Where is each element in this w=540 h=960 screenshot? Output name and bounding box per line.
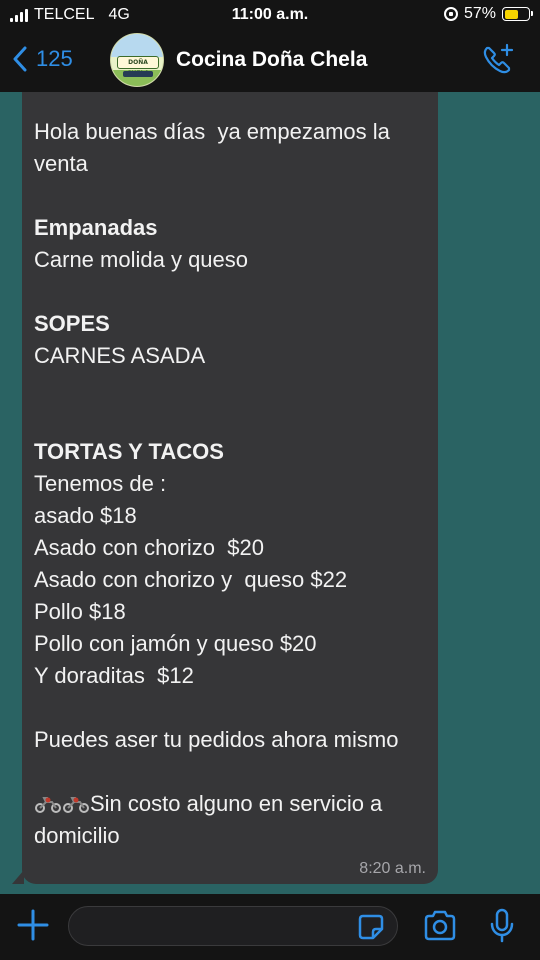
message-timestamp: 8:20 a.m. <box>359 860 426 877</box>
menu-line: Asado con chorizo $20 <box>34 535 264 560</box>
add-call-icon <box>483 43 514 74</box>
menu-line: Asado con chorizo y queso $22 <box>34 567 348 592</box>
message-text: Hola buenas días ya empezamos la venta E… <box>34 116 430 852</box>
menu-line: Pollo con jamón y queso $20 <box>34 631 317 656</box>
battery-icon <box>502 7 533 21</box>
section-body-sopes: CARNES ASADA <box>34 343 206 368</box>
menu-line: Pollo $18 <box>34 599 126 624</box>
menu-line: asado $18 <box>34 503 137 528</box>
camera-button[interactable] <box>422 909 458 948</box>
motorcycle-icon <box>34 790 62 813</box>
contact-name[interactable]: Cocina Doña Chela <box>176 48 367 72</box>
message-greeting: Hola buenas días ya empezamos la venta <box>34 119 396 176</box>
plus-icon <box>17 909 49 941</box>
rotation-lock-icon <box>443 7 458 21</box>
sticker-button[interactable] <box>357 913 385 946</box>
microphone-icon <box>490 908 514 943</box>
contact-avatar[interactable]: DOÑA CHELA <box>110 33 164 87</box>
section-title-empanadas: Empanadas <box>34 215 158 240</box>
back-unread-count: 125 <box>36 46 73 71</box>
status-bar: TELCEL 4G 11:00 a.m. 57% <box>0 0 540 30</box>
chat-header: 125 DOÑA CHELA Cocina Doña Chela <box>0 30 540 92</box>
status-right: 57% <box>443 5 533 23</box>
message-input[interactable] <box>69 907 397 945</box>
motorcycle-icon <box>62 790 90 813</box>
add-call-button[interactable] <box>480 42 516 83</box>
section-body-empanadas: Carne molida y queso <box>34 247 249 272</box>
section-title-sopes: SOPES <box>34 311 110 336</box>
back-button[interactable]: 125 <box>12 46 73 72</box>
message-bubble[interactable]: Hola buenas días ya empezamos la venta E… <box>12 92 438 884</box>
battery-level-fill <box>504 9 518 19</box>
message-composer <box>0 894 540 960</box>
message-input-wrapper[interactable] <box>68 906 398 946</box>
battery-percent: 57% <box>463 5 496 22</box>
avatar-logo-text: DOÑA CHELA <box>117 56 159 77</box>
order-note: Puedes aser tu pedidos ahora mismo <box>34 727 399 752</box>
camera-icon <box>424 910 456 941</box>
sticker-icon <box>358 914 384 940</box>
back-chevron-icon <box>13 46 27 72</box>
menu-line: Tenemos de : <box>34 471 167 496</box>
section-title-tortas: TORTAS Y TACOS <box>34 439 224 464</box>
attach-button[interactable] <box>16 908 50 947</box>
microphone-button[interactable] <box>488 908 516 949</box>
menu-line: Y doraditas $12 <box>34 663 194 688</box>
